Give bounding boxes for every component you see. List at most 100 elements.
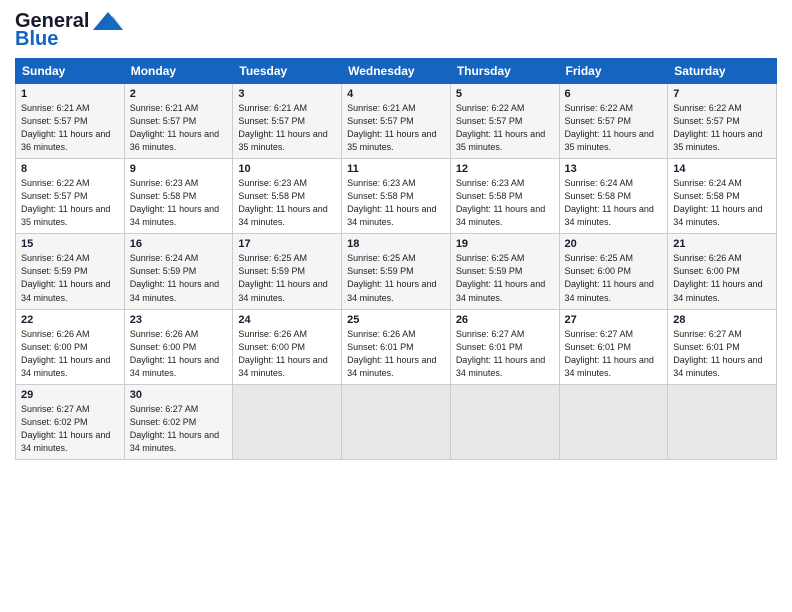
sunset-label: Sunset: 6:00 PM xyxy=(130,342,197,352)
sunset-label: Sunset: 6:01 PM xyxy=(347,342,414,352)
calendar-cell: 9 Sunrise: 6:23 AM Sunset: 5:58 PM Dayli… xyxy=(124,159,233,234)
daylight-label: Daylight: 11 hours and 34 minutes. xyxy=(130,430,219,453)
calendar-cell: 21 Sunrise: 6:26 AM Sunset: 6:00 PM Dayl… xyxy=(668,234,777,309)
sunrise-label: Sunrise: 6:22 AM xyxy=(456,103,525,113)
sunset-label: Sunset: 5:57 PM xyxy=(130,116,197,126)
page: General Blue SundayMondayTuesdayWednesda… xyxy=(0,0,792,475)
daylight-label: Daylight: 11 hours and 34 minutes. xyxy=(565,204,654,227)
day-number: 22 xyxy=(21,314,119,326)
sunrise-label: Sunrise: 6:24 AM xyxy=(673,178,742,188)
sunset-label: Sunset: 5:59 PM xyxy=(456,266,523,276)
sunset-label: Sunset: 5:58 PM xyxy=(673,191,740,201)
day-info: Sunrise: 6:21 AM Sunset: 5:57 PM Dayligh… xyxy=(238,102,336,154)
sunset-label: Sunset: 5:58 PM xyxy=(130,191,197,201)
calendar-cell: 18 Sunrise: 6:25 AM Sunset: 5:59 PM Dayl… xyxy=(342,234,451,309)
day-info: Sunrise: 6:22 AM Sunset: 5:57 PM Dayligh… xyxy=(565,102,663,154)
day-number: 1 xyxy=(21,88,119,100)
day-info: Sunrise: 6:27 AM Sunset: 6:02 PM Dayligh… xyxy=(21,403,119,455)
day-info: Sunrise: 6:21 AM Sunset: 5:57 PM Dayligh… xyxy=(347,102,445,154)
sunset-label: Sunset: 5:58 PM xyxy=(565,191,632,201)
daylight-label: Daylight: 11 hours and 34 minutes. xyxy=(456,279,545,302)
sunrise-label: Sunrise: 6:27 AM xyxy=(673,329,742,339)
sunrise-label: Sunrise: 6:26 AM xyxy=(673,253,742,263)
day-info: Sunrise: 6:24 AM Sunset: 5:59 PM Dayligh… xyxy=(21,252,119,304)
day-info: Sunrise: 6:22 AM Sunset: 5:57 PM Dayligh… xyxy=(673,102,771,154)
calendar-cell: 3 Sunrise: 6:21 AM Sunset: 5:57 PM Dayli… xyxy=(233,84,342,159)
day-info: Sunrise: 6:25 AM Sunset: 5:59 PM Dayligh… xyxy=(238,252,336,304)
sunrise-label: Sunrise: 6:23 AM xyxy=(130,178,199,188)
day-number: 14 xyxy=(673,163,771,175)
day-number: 27 xyxy=(565,314,663,326)
calendar-header-tuesday: Tuesday xyxy=(233,59,342,84)
sunset-label: Sunset: 5:57 PM xyxy=(456,116,523,126)
sunset-label: Sunset: 6:00 PM xyxy=(565,266,632,276)
day-number: 29 xyxy=(21,389,119,401)
day-number: 18 xyxy=(347,238,445,250)
daylight-label: Daylight: 11 hours and 34 minutes. xyxy=(565,279,654,302)
day-number: 17 xyxy=(238,238,336,250)
calendar-week-row: 15 Sunrise: 6:24 AM Sunset: 5:59 PM Dayl… xyxy=(16,234,777,309)
calendar-cell: 6 Sunrise: 6:22 AM Sunset: 5:57 PM Dayli… xyxy=(559,84,668,159)
daylight-label: Daylight: 11 hours and 34 minutes. xyxy=(238,355,327,378)
daylight-label: Daylight: 11 hours and 34 minutes. xyxy=(130,355,219,378)
daylight-label: Daylight: 11 hours and 34 minutes. xyxy=(347,355,436,378)
sunset-label: Sunset: 6:01 PM xyxy=(673,342,740,352)
daylight-label: Daylight: 11 hours and 36 minutes. xyxy=(130,129,219,152)
sunrise-label: Sunrise: 6:21 AM xyxy=(21,103,90,113)
day-info: Sunrise: 6:26 AM Sunset: 6:01 PM Dayligh… xyxy=(347,328,445,380)
sunrise-label: Sunrise: 6:24 AM xyxy=(21,253,90,263)
sunrise-label: Sunrise: 6:26 AM xyxy=(21,329,90,339)
day-number: 10 xyxy=(238,163,336,175)
sunrise-label: Sunrise: 6:22 AM xyxy=(565,103,634,113)
calendar-cell: 25 Sunrise: 6:26 AM Sunset: 6:01 PM Dayl… xyxy=(342,309,451,384)
daylight-label: Daylight: 11 hours and 34 minutes. xyxy=(347,279,436,302)
calendar-header-wednesday: Wednesday xyxy=(342,59,451,84)
header: General Blue xyxy=(15,10,777,50)
sunset-label: Sunset: 5:59 PM xyxy=(21,266,88,276)
day-number: 20 xyxy=(565,238,663,250)
sunset-label: Sunset: 6:02 PM xyxy=(130,417,197,427)
day-number: 12 xyxy=(456,163,554,175)
sunrise-label: Sunrise: 6:23 AM xyxy=(238,178,307,188)
calendar-week-row: 8 Sunrise: 6:22 AM Sunset: 5:57 PM Dayli… xyxy=(16,159,777,234)
daylight-label: Daylight: 11 hours and 34 minutes. xyxy=(456,204,545,227)
sunrise-label: Sunrise: 6:26 AM xyxy=(347,329,416,339)
calendar-cell: 22 Sunrise: 6:26 AM Sunset: 6:00 PM Dayl… xyxy=(16,309,125,384)
calendar-cell: 24 Sunrise: 6:26 AM Sunset: 6:00 PM Dayl… xyxy=(233,309,342,384)
calendar-cell: 23 Sunrise: 6:26 AM Sunset: 6:00 PM Dayl… xyxy=(124,309,233,384)
calendar-cell: 13 Sunrise: 6:24 AM Sunset: 5:58 PM Dayl… xyxy=(559,159,668,234)
day-info: Sunrise: 6:25 AM Sunset: 6:00 PM Dayligh… xyxy=(565,252,663,304)
calendar-week-row: 29 Sunrise: 6:27 AM Sunset: 6:02 PM Dayl… xyxy=(16,384,777,459)
day-info: Sunrise: 6:26 AM Sunset: 6:00 PM Dayligh… xyxy=(130,328,228,380)
day-number: 23 xyxy=(130,314,228,326)
sunrise-label: Sunrise: 6:26 AM xyxy=(130,329,199,339)
sunrise-label: Sunrise: 6:26 AM xyxy=(238,329,307,339)
day-info: Sunrise: 6:26 AM Sunset: 6:00 PM Dayligh… xyxy=(673,252,771,304)
day-number: 30 xyxy=(130,389,228,401)
day-number: 11 xyxy=(347,163,445,175)
calendar-cell: 10 Sunrise: 6:23 AM Sunset: 5:58 PM Dayl… xyxy=(233,159,342,234)
daylight-label: Daylight: 11 hours and 35 minutes. xyxy=(347,129,436,152)
sunrise-label: Sunrise: 6:27 AM xyxy=(130,404,199,414)
day-info: Sunrise: 6:26 AM Sunset: 6:00 PM Dayligh… xyxy=(21,328,119,380)
day-info: Sunrise: 6:26 AM Sunset: 6:00 PM Dayligh… xyxy=(238,328,336,380)
sunrise-label: Sunrise: 6:25 AM xyxy=(456,253,525,263)
calendar-cell: 15 Sunrise: 6:24 AM Sunset: 5:59 PM Dayl… xyxy=(16,234,125,309)
calendar-cell: 7 Sunrise: 6:22 AM Sunset: 5:57 PM Dayli… xyxy=(668,84,777,159)
day-info: Sunrise: 6:27 AM Sunset: 6:01 PM Dayligh… xyxy=(673,328,771,380)
calendar-week-row: 22 Sunrise: 6:26 AM Sunset: 6:00 PM Dayl… xyxy=(16,309,777,384)
sunset-label: Sunset: 5:57 PM xyxy=(21,116,88,126)
calendar-cell: 4 Sunrise: 6:21 AM Sunset: 5:57 PM Dayli… xyxy=(342,84,451,159)
sunrise-label: Sunrise: 6:21 AM xyxy=(130,103,199,113)
day-number: 8 xyxy=(21,163,119,175)
calendar-cell: 29 Sunrise: 6:27 AM Sunset: 6:02 PM Dayl… xyxy=(16,384,125,459)
daylight-label: Daylight: 11 hours and 34 minutes. xyxy=(673,204,762,227)
day-number: 2 xyxy=(130,88,228,100)
calendar-cell: 17 Sunrise: 6:25 AM Sunset: 5:59 PM Dayl… xyxy=(233,234,342,309)
calendar-header-sunday: Sunday xyxy=(16,59,125,84)
day-number: 25 xyxy=(347,314,445,326)
daylight-label: Daylight: 11 hours and 35 minutes. xyxy=(565,129,654,152)
sunset-label: Sunset: 5:59 PM xyxy=(238,266,305,276)
calendar-header-row: SundayMondayTuesdayWednesdayThursdayFrid… xyxy=(16,59,777,84)
calendar-week-row: 1 Sunrise: 6:21 AM Sunset: 5:57 PM Dayli… xyxy=(16,84,777,159)
